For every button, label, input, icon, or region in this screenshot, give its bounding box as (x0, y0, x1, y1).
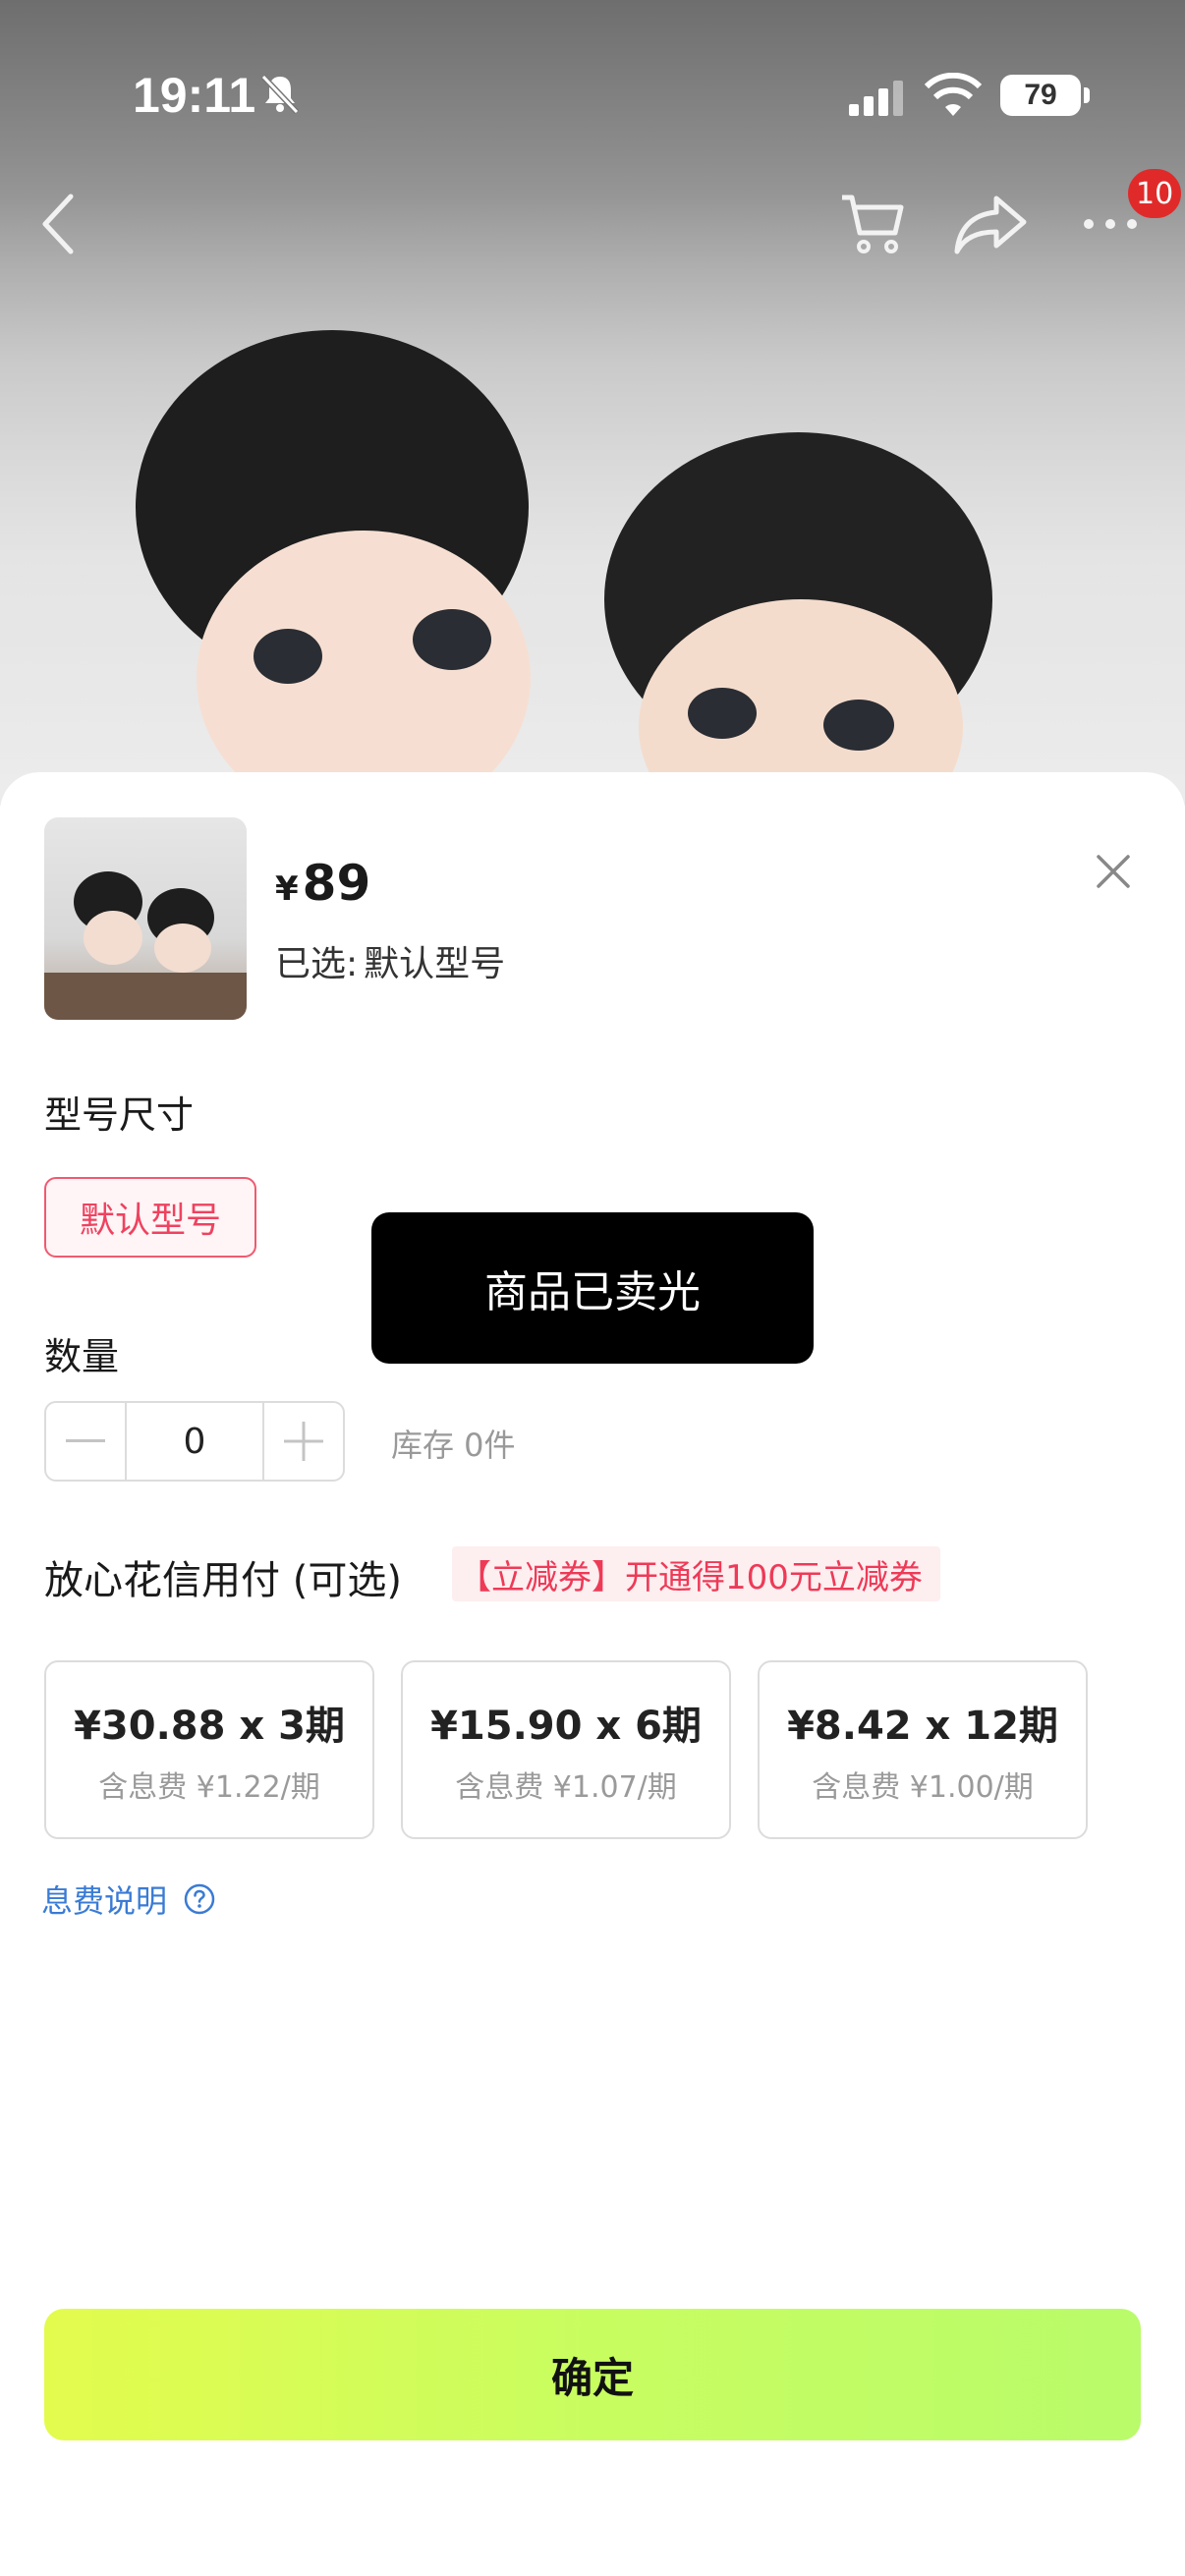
plan-fee: 含息费 ¥1.07/期 (455, 1770, 677, 1805)
fee-explanation-label: 息费说明 (41, 1882, 168, 1920)
plan-amount: ¥15.90 x 6期 (430, 1704, 702, 1749)
selected-value: 默认型号 (364, 944, 506, 984)
notification-badge: 10 (1128, 169, 1182, 218)
plan-fee: 含息费 ¥1.00/期 (812, 1770, 1034, 1805)
spec-option-default[interactable]: 默认型号 (44, 1177, 256, 1258)
battery-indicator: 79 (1000, 75, 1090, 116)
increment-button[interactable] (264, 1403, 343, 1480)
price-currency: ¥ (275, 869, 299, 909)
wifi-icon (924, 73, 983, 116)
decrement-button[interactable] (46, 1403, 125, 1480)
coupon-tag: 【立减券】开通得100元立减券 (452, 1546, 940, 1601)
installment-plan-6[interactable]: ¥15.90 x 6期 含息费 ¥1.07/期 (401, 1660, 731, 1839)
cart-icon[interactable] (833, 185, 912, 263)
plan-amount: ¥8.42 x 12期 (787, 1704, 1058, 1749)
stock-text: 库存 0件 (391, 1427, 516, 1464)
cellular-signal-icon (849, 81, 903, 116)
doll-left-face (197, 531, 531, 806)
quantity-section-label: 数量 (44, 1335, 120, 1378)
sold-out-toast: 商品已卖光 (371, 1212, 814, 1364)
question-circle-icon (184, 1883, 215, 1915)
share-icon[interactable] (951, 185, 1030, 263)
product-price: ¥ 89 (275, 855, 370, 912)
back-icon[interactable] (20, 185, 98, 263)
quantity-input[interactable]: 0 (125, 1403, 264, 1480)
price-value: 89 (302, 855, 371, 912)
close-icon[interactable] (1089, 847, 1138, 896)
minus-icon (66, 1439, 105, 1442)
bell-muted-icon (260, 74, 300, 115)
status-time: 19:11 (133, 68, 256, 123)
fee-explanation-link[interactable]: 息费说明 (41, 1876, 216, 1922)
plan-amount: ¥30.88 x 3期 (74, 1704, 345, 1749)
installment-plan-12[interactable]: ¥8.42 x 12期 含息费 ¥1.00/期 (758, 1660, 1088, 1839)
selected-label: 已选: (275, 944, 359, 984)
credit-pay-title: 放心花信用付 (可选) (44, 1558, 402, 1603)
plan-fee: 含息费 ¥1.22/期 (98, 1770, 320, 1805)
quantity-stepper: 0 (44, 1401, 345, 1482)
spec-section-label: 型号尺寸 (44, 1093, 195, 1137)
installment-plan-3[interactable]: ¥30.88 x 3期 含息费 ¥1.22/期 (44, 1660, 374, 1839)
selected-summary: 已选: 默认型号 (275, 935, 505, 986)
product-thumbnail (44, 817, 247, 1020)
confirm-button[interactable]: 确定 (44, 2309, 1141, 2440)
plus-icon (284, 1422, 323, 1461)
